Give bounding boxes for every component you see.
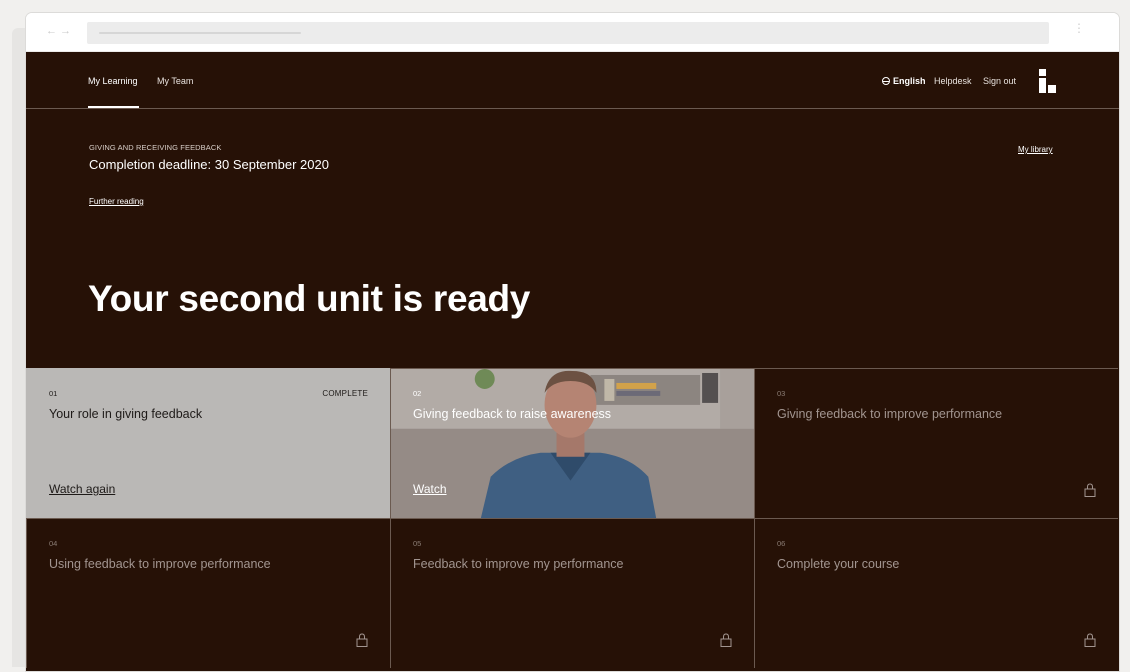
watch-link[interactable]: Watch bbox=[413, 482, 447, 496]
top-navigation: My Learning My Team English Helpdesk Sig… bbox=[26, 52, 1119, 109]
unit-grid: 01 COMPLETE Your role in giving feedback… bbox=[26, 368, 1119, 671]
unit-title: Using feedback to improve performance bbox=[49, 557, 271, 571]
unit-number: 03 bbox=[777, 389, 786, 398]
unit-card-03: 03 Giving feedback to improve performanc… bbox=[754, 368, 1118, 518]
unit-title: Feedback to improve my performance bbox=[413, 557, 624, 571]
tab-my-learning[interactable]: My Learning bbox=[88, 76, 138, 86]
active-tab-indicator bbox=[88, 106, 139, 108]
unit-number: 01 bbox=[49, 389, 58, 398]
signout-link[interactable]: Sign out bbox=[983, 76, 1016, 86]
course-label: GIVING AND RECEIVING FEEDBACK bbox=[89, 143, 222, 152]
address-placeholder-line bbox=[99, 32, 301, 34]
lock-icon bbox=[1084, 483, 1096, 497]
more-dots-icon[interactable]: ⋮ bbox=[1073, 22, 1085, 34]
globe-icon bbox=[882, 77, 890, 85]
unit-card-06: 06 Complete your course bbox=[754, 518, 1118, 668]
unit-title: Complete your course bbox=[777, 557, 900, 571]
unit-number: 04 bbox=[49, 539, 58, 548]
lock-icon bbox=[1084, 633, 1096, 647]
brand-logo[interactable] bbox=[1039, 69, 1058, 95]
helpdesk-link[interactable]: Helpdesk bbox=[934, 76, 972, 86]
unit-card-02[interactable]: 02 Giving feedback to raise awareness Wa… bbox=[390, 368, 754, 518]
further-reading-link[interactable]: Further reading bbox=[89, 197, 144, 206]
unit-title: Your role in giving feedback bbox=[49, 407, 203, 421]
learning-app: My Learning My Team English Helpdesk Sig… bbox=[26, 52, 1119, 671]
browser-toolbar: ←→ ⋮ bbox=[26, 13, 1119, 52]
unit-number: 05 bbox=[413, 539, 422, 548]
language-label: English bbox=[893, 76, 926, 86]
unit-number: 02 bbox=[413, 389, 422, 398]
language-selector[interactable]: English bbox=[882, 76, 926, 86]
my-library-link[interactable]: My library bbox=[1018, 145, 1053, 154]
unit-number: 06 bbox=[777, 539, 786, 548]
completion-deadline: Completion deadline: 30 September 2020 bbox=[89, 157, 329, 172]
watch-again-link[interactable]: Watch again bbox=[49, 482, 115, 496]
unit-title: Giving feedback to improve performance bbox=[777, 407, 1003, 421]
lock-icon bbox=[720, 633, 732, 647]
unit-card-01[interactable]: 01 COMPLETE Your role in giving feedback… bbox=[26, 368, 390, 518]
back-forward-icon[interactable]: ←→ bbox=[46, 25, 74, 37]
lock-icon bbox=[356, 633, 368, 647]
address-bar[interactable] bbox=[87, 22, 1049, 44]
page-headline: Your second unit is ready bbox=[88, 278, 531, 319]
unit-card-05: 05 Feedback to improve my performance bbox=[390, 518, 754, 668]
unit-title: Giving feedback to raise awareness bbox=[413, 407, 612, 421]
status-badge: COMPLETE bbox=[322, 389, 368, 398]
browser-window: ←→ ⋮ My Learning My Team English Helpdes… bbox=[25, 12, 1120, 672]
unit-card-04: 04 Using feedback to improve performance bbox=[26, 518, 390, 668]
tab-my-team[interactable]: My Team bbox=[157, 76, 193, 86]
